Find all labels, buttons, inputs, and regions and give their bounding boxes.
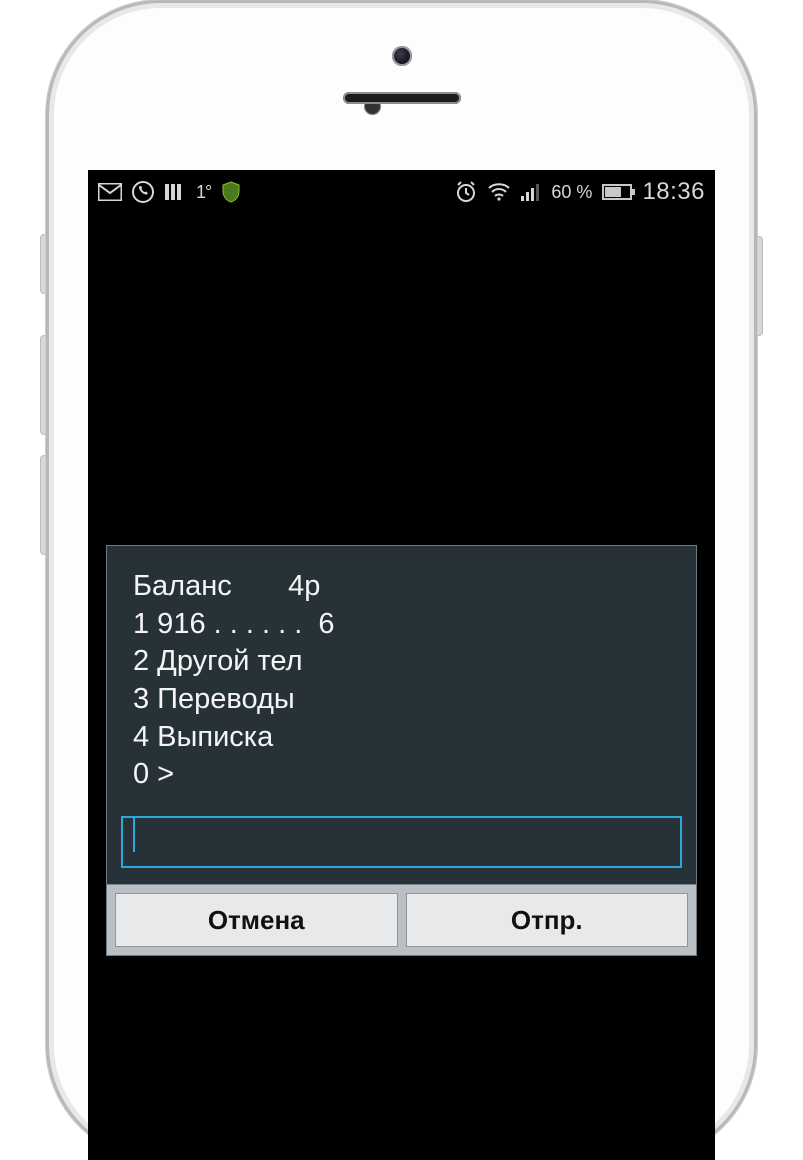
status-bar: 1° xyxy=(88,170,715,214)
cell-signal-icon xyxy=(521,183,541,201)
ussd-input-container xyxy=(107,816,696,884)
cancel-button[interactable]: Отмена xyxy=(115,893,398,947)
send-button[interactable]: Отпр. xyxy=(406,893,689,947)
earpiece-speaker xyxy=(343,92,461,104)
alarm-icon xyxy=(455,181,477,203)
viber-icon xyxy=(132,181,154,203)
phone-frame: 1° xyxy=(46,0,757,1160)
network-data-icon xyxy=(164,182,186,202)
text-cursor xyxy=(133,818,135,852)
battery-percent-text: 60 % xyxy=(551,182,592,203)
status-bar-left: 1° xyxy=(98,181,241,203)
ussd-dialog: Баланс 4р 1 916 . . . . . . 6 2 Другой т… xyxy=(106,545,697,956)
power-button[interactable] xyxy=(756,236,763,336)
status-bar-right: 60 % 18:36 xyxy=(455,178,705,206)
front-camera xyxy=(392,46,412,66)
ussd-message: Баланс 4р 1 916 . . . . . . 6 2 Другой т… xyxy=(107,546,696,816)
shield-icon xyxy=(221,181,241,203)
device-screen: 1° xyxy=(88,170,715,1160)
temperature-text: 1° xyxy=(196,182,211,203)
wifi-icon xyxy=(487,183,511,201)
battery-fill xyxy=(605,187,621,197)
battery-icon xyxy=(602,184,632,200)
clock-text: 18:36 xyxy=(642,178,705,206)
mail-icon xyxy=(98,183,122,201)
dialog-button-bar: Отмена Отпр. xyxy=(107,884,696,955)
ussd-reply-input[interactable] xyxy=(121,816,682,868)
